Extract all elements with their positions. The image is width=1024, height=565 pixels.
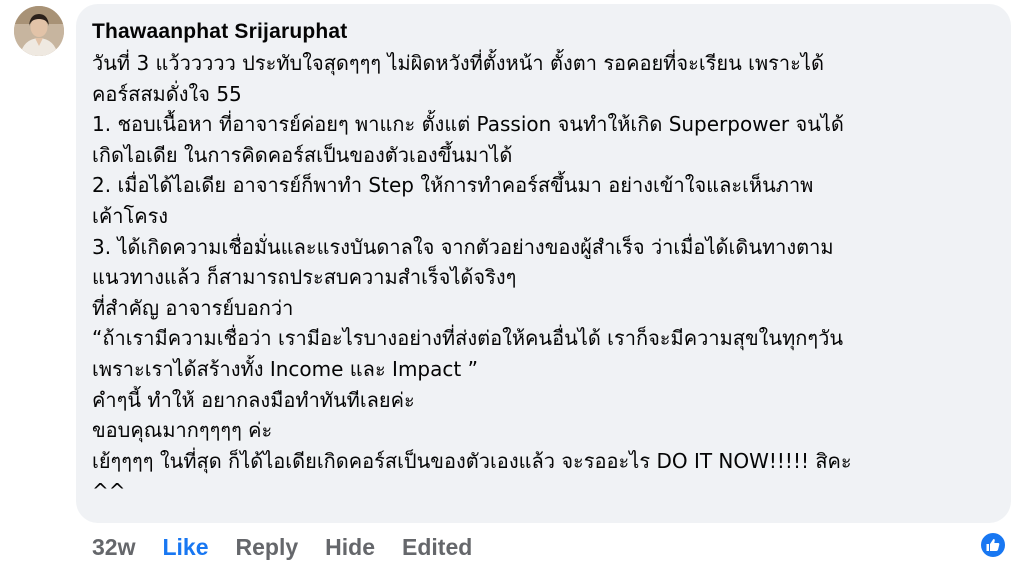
reaction-badge[interactable] [979,531,1007,559]
comment-line: เค้าโครง [92,203,169,228]
reply-button[interactable]: Reply [236,534,299,561]
comment-line: เพราะเราได้สร้างทั้ง Income และ Impact ” [92,356,478,381]
comment-line: แนวทางแล้ว ก็สามารถประสบความสำเร็จได้จริ… [92,265,517,290]
comment-line: คำๆนี้ ทำให้ อยากลงมือทำทันทีเลยค่ะ [92,387,415,412]
comment-actions: 32w Like Reply Hide Edited [92,532,499,562]
comment-line: ^^ [92,479,126,504]
comment-line: เกิดไอเดีย ในการคิดคอร์สเป็นของตัวเองขึ้… [92,142,513,167]
edited-label[interactable]: Edited [402,534,472,561]
comment-line: วันที่ 3 แว้ววววว ประทับใจสุดๆๆๆ ไม่ผิดห… [92,51,824,75]
comment-line: เย้ๆๆๆๆ ในที่สุด ก็ได้ไอเดียเกิดคอร์สเป็… [92,448,852,473]
comment-line: “ถ้าเรามีความเชื่อว่า เรามีอะไรบางอย่างท… [92,326,844,351]
like-button[interactable]: Like [162,534,208,561]
comment-text: วันที่ 3 แว้ววววว ประทับใจสุดๆๆๆ ไม่ผิดห… [92,48,995,507]
hide-button[interactable]: Hide [325,534,375,561]
author-name[interactable]: Thawaanphat Srijaruphat [92,18,995,46]
comment-line: ขอบคุณมากๆๆๆๆ ค่ะ [92,418,273,443]
comment-line: 3. ได้เกิดความเชื่อมั่นและแรงบันดาลใจ จา… [92,234,834,259]
comment-line: ที่สำคัญ อาจารย์บอกว่า [92,295,294,320]
timestamp-link[interactable]: 32w [92,534,135,561]
comment-line: 1. ชอบเนื้อหา ที่อาจารย์ค่อยๆ พาแกะ ตั้ง… [92,112,844,137]
comment-bubble: Thawaanphat Srijaruphat วันที่ 3 แว้วววว… [76,4,1011,523]
comment-line: 2. เมื่อได้ไอเดีย อาจารย์ก็พาทำ Step ให้… [92,173,814,198]
avatar[interactable] [14,6,64,56]
thumbs-up-icon [986,539,1000,551]
comment-line: คอร์สสมดั่งใจ 55 [92,81,242,106]
